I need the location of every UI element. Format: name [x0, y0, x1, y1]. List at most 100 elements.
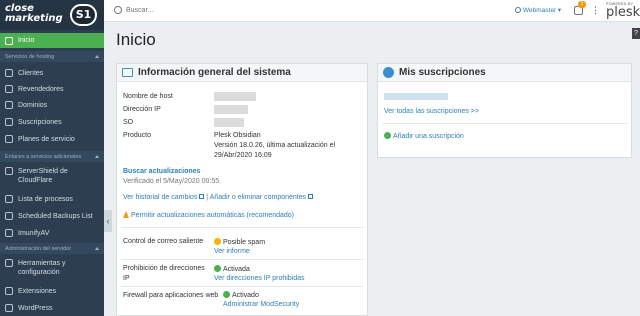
add-icon	[384, 132, 391, 139]
sidebar-item-scheduled-backups[interactable]: Scheduled Backups List	[0, 209, 104, 223]
changelog-link[interactable]: Ver historial de cambios	[123, 194, 197, 201]
sidebar-collapse-handle[interactable]: ‹	[104, 210, 112, 232]
ip-ban-label-2: IP	[123, 275, 130, 282]
sidebar-item-clients[interactable]: Clientes	[0, 66, 104, 80]
panel-header: Información general del sistema	[117, 64, 367, 82]
sidebar-item-label: Dominios	[18, 101, 48, 109]
check-updates-link[interactable]: Buscar actualizaciones	[123, 168, 200, 175]
globe-icon	[383, 67, 394, 78]
warning-icon	[123, 211, 129, 218]
extensions-icon	[5, 287, 13, 295]
sidebar-item-label: WordPress	[18, 304, 53, 312]
external-link-icon	[199, 194, 205, 199]
collapse-icon	[95, 155, 99, 158]
notifications-badge: 1	[578, 1, 586, 8]
monitor-icon	[122, 68, 133, 77]
system-info-panel: Información general del sistema Nombre d…	[116, 63, 368, 316]
ip-label: Dirección IP	[123, 106, 161, 113]
sidebar-item-servershield[interactable]: ServerShield de CloudFlare	[0, 165, 104, 187]
sidebar-item-wordpress[interactable]: WordPress	[0, 301, 104, 315]
logo[interactable]: close marketing S1	[0, 0, 104, 30]
mail-status: Posible spam	[214, 238, 265, 246]
sidebar-item-label: Revendedores	[18, 85, 64, 93]
section-hosting[interactable]: Servicios de hosting	[0, 51, 104, 62]
collapse-icon	[95, 247, 99, 250]
check-icon	[214, 265, 221, 272]
sidebar: close marketing S1 Inicio Servicios de h…	[0, 0, 104, 316]
os-value-redacted	[214, 118, 244, 127]
panel-header: Mis suscripciones	[378, 64, 631, 82]
add-remove-components-link[interactable]: Añadir o eliminar componentes	[210, 194, 307, 201]
sidebar-item-process-list[interactable]: Lista de procesos	[0, 192, 104, 206]
logo-badge: S1	[70, 4, 97, 26]
top-bar: Webmaster ▾ 1 ⋮ POWERED BY plesk	[104, 0, 640, 22]
ip-ban-label-1: Prohibición de direcciones	[123, 265, 205, 272]
warning-icon	[214, 238, 221, 245]
sidebar-item-label: Clientes	[18, 69, 44, 77]
logo-text: close marketing	[5, 3, 63, 24]
globe-icon	[5, 101, 13, 109]
sidebar-item-label: Planes de servicio	[18, 135, 75, 143]
ip-ban-status: Activada	[214, 265, 250, 273]
user-icon	[515, 7, 521, 13]
links-row: Ver historial de cambios | Añadir o elim…	[123, 194, 314, 201]
user-menu[interactable]: Webmaster ▾	[515, 6, 561, 14]
antivirus-icon	[5, 229, 13, 237]
modsecurity-link[interactable]: Administrar ModSecurity	[223, 301, 299, 308]
version-line-2: 29/Abr/2020 16:09	[214, 152, 272, 159]
sidebar-item-service-plans[interactable]: Planes de servicio	[0, 132, 104, 146]
view-all-subscriptions-link[interactable]: Ver todas las suscripciones >>	[384, 108, 479, 115]
section-server-admin[interactable]: Administración del servidor	[0, 243, 104, 254]
sidebar-item-label: ServerShield de CloudFlare	[18, 168, 68, 184]
panel-title: Información general del sistema	[138, 67, 291, 78]
hostname-label: Nombre de host	[123, 93, 173, 100]
subscriptions-panel: Mis suscripciones Ver todas las suscripc…	[377, 63, 632, 158]
banned-ips-link[interactable]: Ver direcciones IP prohibidas	[214, 275, 305, 282]
ip-value-redacted	[214, 105, 248, 114]
sidebar-item-imunifyav[interactable]: ImunifyAV	[0, 226, 104, 240]
subscription-link-redacted[interactable]	[384, 93, 448, 100]
sidebar-item-home[interactable]: Inicio	[0, 33, 104, 48]
collapse-icon	[95, 55, 99, 58]
os-label: SO	[123, 119, 134, 126]
firewall-status: Activado	[223, 291, 259, 299]
product-value: Plesk Obsidian	[214, 132, 261, 139]
verified-text: Verificado el 5/May/2020 00:55.	[123, 178, 222, 185]
sidebar-item-label: Herramientas y configuración	[18, 260, 66, 276]
divider	[382, 123, 627, 124]
tools-icon	[5, 259, 13, 267]
divider	[121, 259, 363, 260]
plesk-logo: plesk	[606, 5, 640, 20]
sidebar-item-domains[interactable]: Dominios	[0, 98, 104, 112]
list-icon	[5, 195, 13, 203]
plans-icon	[5, 135, 13, 143]
sidebar-item-subscriptions[interactable]: Suscripciones	[0, 115, 104, 129]
subscriptions-icon	[5, 118, 13, 126]
sidebar-item-label: Suscripciones	[18, 118, 62, 126]
firewall-label: Firewall para aplicaciones web	[123, 292, 219, 299]
add-subscription-link[interactable]: Añadir una suscripción	[393, 133, 464, 140]
external-link-icon	[308, 194, 314, 199]
sidebar-item-label: Inicio	[18, 37, 35, 44]
resellers-icon	[5, 85, 13, 93]
search-input[interactable]	[126, 4, 326, 17]
panel-title: Mis suscripciones	[399, 67, 486, 78]
check-icon	[223, 291, 230, 298]
sidebar-item-extensions[interactable]: Extensiones	[0, 284, 104, 298]
more-menu-icon[interactable]: ⋮	[591, 5, 600, 16]
product-label: Producto	[123, 132, 152, 139]
sidebar-item-label: ImunifyAV	[18, 229, 50, 237]
sidebar-item-label: Scheduled Backups List	[18, 212, 93, 220]
sidebar-item-tools-settings[interactable]: Herramientas y configuración	[0, 257, 104, 279]
auto-updates-row: Permitir actualizaciones automáticas (re…	[123, 211, 294, 219]
search-icon	[114, 6, 122, 14]
help-button[interactable]: ?	[632, 28, 640, 39]
mail-report-link[interactable]: Ver informe	[214, 248, 250, 255]
hostname-value-redacted	[214, 92, 256, 101]
section-extra-services[interactable]: Enlaces a servicios adicionales	[0, 151, 104, 162]
sidebar-item-resellers[interactable]: Revendedores	[0, 82, 104, 96]
sidebar-item-label: Lista de procesos	[18, 195, 73, 203]
backup-icon	[5, 212, 13, 220]
auto-updates-link[interactable]: Permitir actualizaciones automáticas (re…	[131, 212, 294, 219]
page-title: Inicio	[116, 30, 156, 49]
